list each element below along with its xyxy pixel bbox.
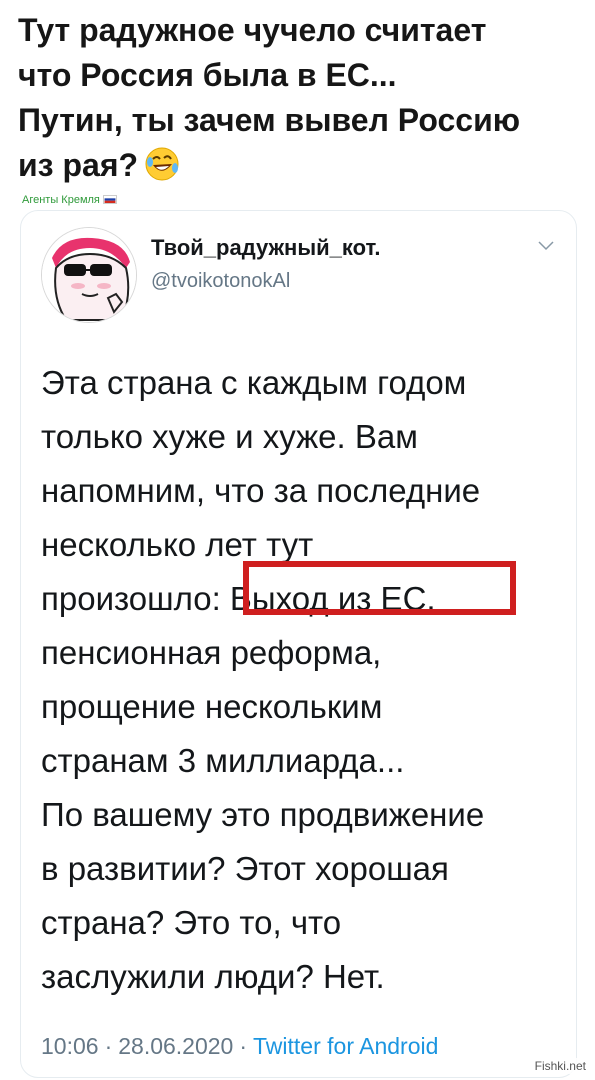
tweet-line: пенсионная реформа, bbox=[41, 634, 382, 671]
caption-line-3: Путин, ты зачем вывел Россию bbox=[18, 102, 521, 138]
red-highlight-box bbox=[243, 561, 516, 615]
avatar[interactable] bbox=[41, 227, 137, 323]
meta-separator: · bbox=[104, 1033, 113, 1059]
source-tag-label: Агенты Кремля bbox=[22, 194, 100, 206]
tweet-line: заслужили люди? Нет. bbox=[41, 958, 385, 995]
rolling-laughing-emoji-icon bbox=[145, 147, 179, 181]
cartoon-avatar-icon bbox=[42, 228, 136, 322]
tweet-card: Твой_радужный_кот. @tvoikotonokAl Эта ст… bbox=[20, 210, 577, 1078]
tweet-line: странам 3 миллиарда... bbox=[41, 742, 405, 779]
russia-flag-icon bbox=[102, 195, 117, 204]
tweet-line: только хуже и хуже. Вам bbox=[41, 418, 418, 455]
tweet-text: Эта страна с каждым годом только хуже и … bbox=[41, 356, 561, 1004]
chevron-down-icon[interactable] bbox=[538, 241, 554, 251]
meta-separator: · bbox=[239, 1033, 248, 1059]
tweet-line: в развитии? Этот хорошая bbox=[41, 850, 449, 887]
tweet-line: прощение нескольким bbox=[41, 688, 383, 725]
watermark: Fishki.net bbox=[531, 1058, 589, 1074]
tweet-line: напомним, что за последние bbox=[41, 472, 481, 509]
caption-line-4-text: из рая? bbox=[18, 147, 139, 183]
tweet-line: Эта страна с каждым годом bbox=[41, 364, 467, 401]
tweet-date[interactable]: 28.06.2020 bbox=[118, 1033, 233, 1059]
display-name[interactable]: Твой_радужный_кот. bbox=[151, 235, 380, 261]
tweet-time[interactable]: 10:06 bbox=[41, 1033, 99, 1059]
tweet-meta: 10:06 · 28.06.2020 · Twitter for Android bbox=[41, 1033, 438, 1060]
caption-line-1: Тут радужное чучело считает bbox=[18, 12, 487, 48]
post-caption: Тут радужное чучело считает что Россия б… bbox=[18, 8, 583, 188]
caption-line-4: из рая? bbox=[18, 143, 583, 188]
tweet-client-link[interactable]: Twitter for Android bbox=[253, 1033, 438, 1059]
tweet-line: По вашему это продвижение bbox=[41, 796, 485, 833]
user-handle[interactable]: @tvoikotonokAl bbox=[151, 270, 290, 293]
source-tag: Агенты Кремля bbox=[22, 194, 117, 206]
caption-line-2: что Россия была в ЕС... bbox=[18, 57, 397, 93]
tweet-line: страна? Это то, что bbox=[41, 904, 342, 941]
